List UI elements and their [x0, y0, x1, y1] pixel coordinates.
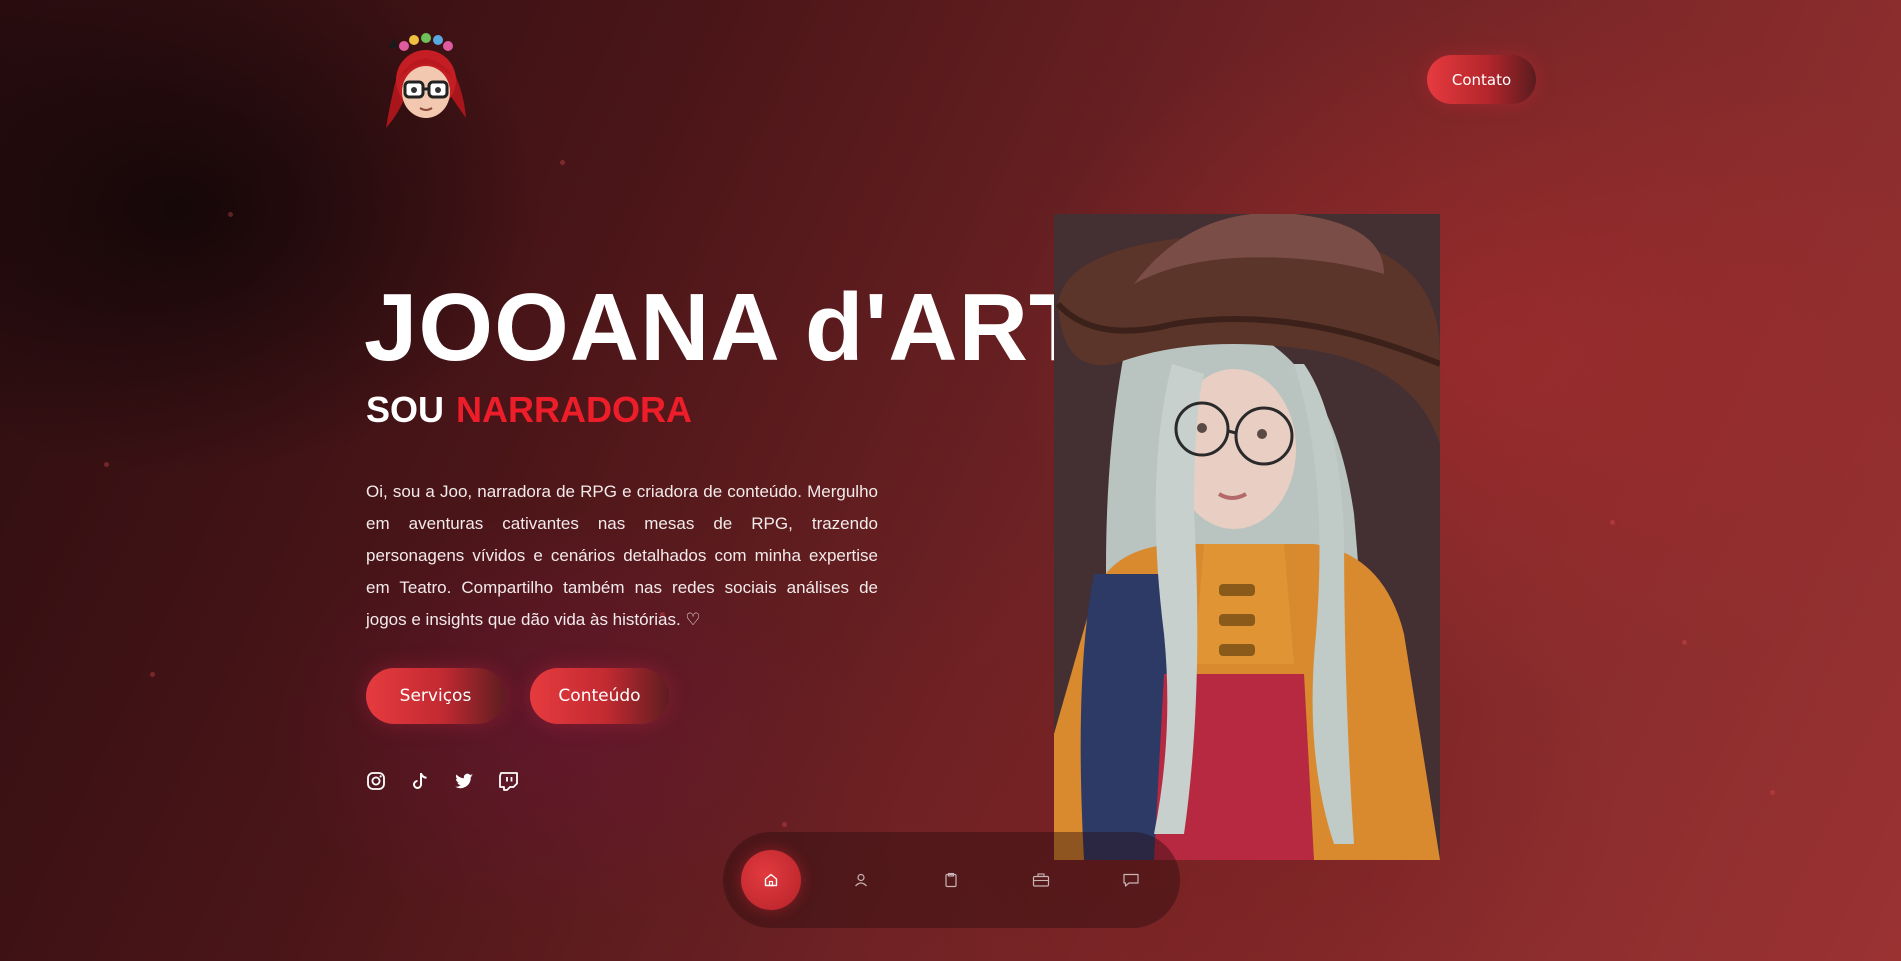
- home-icon: [764, 873, 778, 887]
- social-links: [366, 771, 518, 791]
- bg-speck: [104, 462, 109, 467]
- nav-item-resume[interactable]: [921, 850, 981, 910]
- bg-speck: [150, 672, 155, 677]
- clipboard-icon: [945, 872, 957, 888]
- nav-item-services[interactable]: [1011, 850, 1071, 910]
- nav-item-home[interactable]: [741, 850, 801, 910]
- hero-subtitle-prefix: SOU: [366, 389, 445, 430]
- bg-speck: [782, 822, 787, 827]
- bg-speck: [560, 160, 565, 165]
- chat-icon: [1123, 873, 1139, 887]
- bg-speck: [1770, 790, 1775, 795]
- bg-speck: [1610, 520, 1615, 525]
- hero-name: JOOANA d'ART: [364, 274, 1089, 381]
- user-icon: [855, 873, 867, 887]
- portrait-image: [1054, 214, 1440, 860]
- hero-description: Oi, sou a Joo, narradora de RPG e criado…: [366, 482, 878, 629]
- tiktok-icon[interactable]: [410, 771, 430, 791]
- content-button[interactable]: Conteúdo: [530, 668, 669, 724]
- instagram-icon[interactable]: [366, 771, 386, 791]
- hero-subtitle-role: NARRADORA: [456, 389, 693, 430]
- bg-speck: [1682, 640, 1687, 645]
- bg-speck: [228, 212, 233, 217]
- nav-item-contact[interactable]: [1101, 850, 1161, 910]
- briefcase-icon: [1032, 873, 1050, 887]
- twitch-icon[interactable]: [498, 771, 518, 791]
- nav-item-about[interactable]: [831, 850, 891, 910]
- twitter-icon[interactable]: [454, 771, 474, 791]
- services-button[interactable]: Serviços: [366, 668, 505, 724]
- avatar-logo-icon[interactable]: [376, 32, 476, 132]
- hero-subtitle: SOU NARRADORA: [366, 388, 692, 432]
- bottom-nav: [723, 832, 1180, 928]
- contact-button[interactable]: Contato: [1427, 55, 1536, 104]
